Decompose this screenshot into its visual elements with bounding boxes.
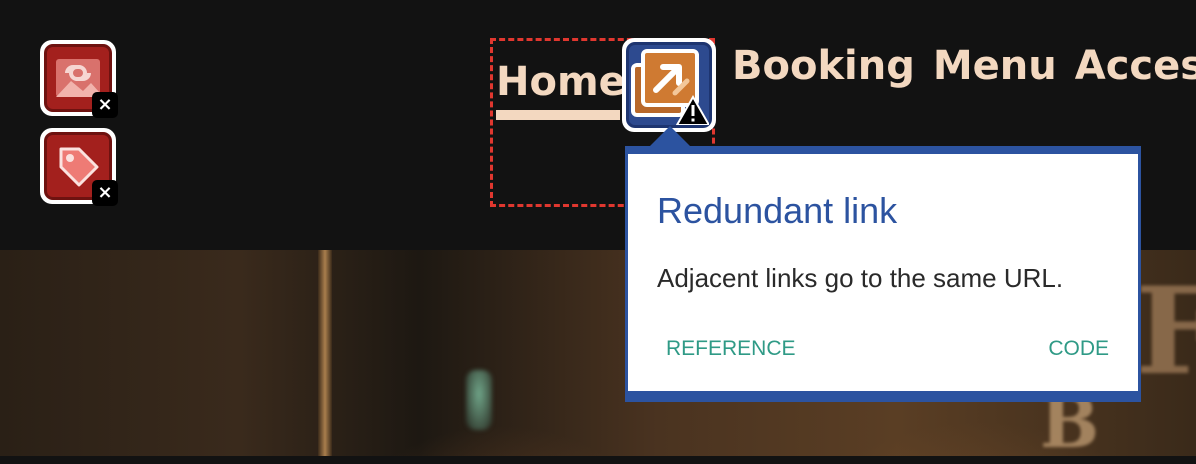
tooltip-title: Redundant link	[657, 190, 898, 231]
issue-tooltip: Redundant link Adjacent links go to the …	[625, 146, 1141, 402]
nav-active-underline	[496, 110, 620, 120]
hero-sign: F	[1135, 261, 1196, 402]
nav-link-menu[interactable]: Menu	[933, 43, 1057, 89]
nav-link-access[interactable]: Acces	[1075, 43, 1196, 89]
hero-bottle	[466, 370, 492, 430]
nav-links: Booking Menu Acces	[732, 40, 1196, 92]
nav-link-booking[interactable]: Booking	[732, 43, 915, 89]
tooltip-body: Adjacent links go to the same URL.	[657, 263, 1064, 293]
tag-issue-button[interactable]: ×	[40, 128, 118, 206]
code-link[interactable]: CODE	[1048, 334, 1109, 364]
external-link-warning-icon	[631, 49, 709, 125]
hero-pillar	[318, 250, 332, 456]
nav-link-home[interactable]: Home	[496, 54, 626, 110]
linked-image-issue-button[interactable]: ×	[40, 40, 118, 118]
redundant-link-alert-button[interactable]	[622, 38, 716, 132]
close-icon: ×	[92, 180, 118, 206]
tooltip-arrow	[648, 126, 692, 148]
reference-link[interactable]: REFERENCE	[666, 334, 796, 364]
close-icon: ×	[92, 92, 118, 118]
